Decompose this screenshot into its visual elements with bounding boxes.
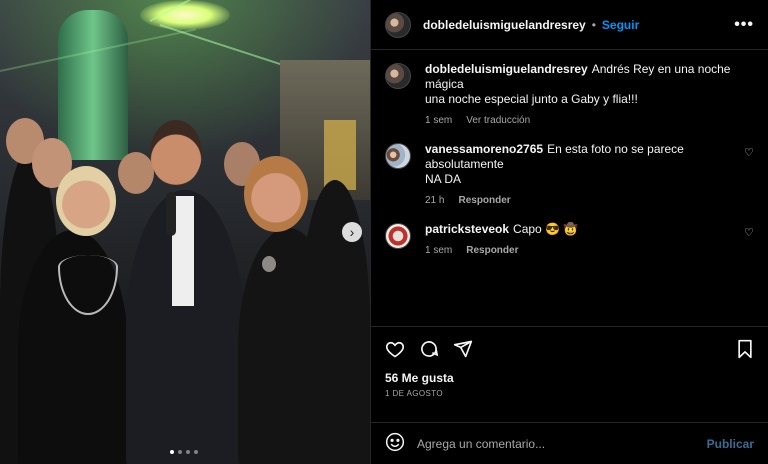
post-date: 1 DE AGOSTO [385, 389, 444, 398]
caption-username[interactable]: dobledeluismiguelandresrey [425, 62, 588, 76]
share-icon[interactable] [453, 339, 473, 362]
emoji-icon[interactable] [385, 432, 405, 455]
post-side-panel: dobledeluismiguelandresrey • Seguir ••• … [370, 0, 768, 464]
carousel-dot [186, 450, 190, 454]
heart-icon[interactable] [385, 339, 405, 362]
comments-list[interactable]: dobledeluismiguelandresrey Andrés Rey en … [371, 50, 768, 326]
comment-like-heart-icon[interactable]: ♡ [744, 228, 754, 239]
comment-like-heart-icon[interactable]: ♡ [744, 148, 754, 159]
follow-button[interactable]: Seguir [602, 18, 639, 32]
carousel-dot [178, 450, 182, 454]
reply-button[interactable]: Responder [458, 195, 510, 206]
reply-button[interactable]: Responder [466, 245, 518, 256]
comment-icon[interactable] [419, 339, 439, 362]
post-header: dobledeluismiguelandresrey • Seguir ••• [371, 0, 768, 50]
caption-time[interactable]: 1 sem [425, 115, 452, 126]
carousel-dot [194, 450, 198, 454]
commenter-avatar[interactable] [385, 223, 411, 249]
carousel-dots [170, 450, 198, 454]
post-actions: 56 Me gusta 1 DE AGOSTO [371, 326, 768, 422]
author-username[interactable]: dobledeluismiguelandresrey [423, 18, 586, 32]
caption-avatar[interactable] [385, 63, 411, 89]
caption: dobledeluismiguelandresrey Andrés Rey en … [385, 62, 754, 126]
likes-count[interactable]: 56 Me gusta [385, 371, 754, 385]
caption-text-line2: una noche especial junto a Gaby y flia!!… [425, 92, 638, 106]
separator-dot: • [591, 17, 596, 32]
comment-item: patrickstevеok Capo 😎 🤠 1 sem Responder ♡ [385, 222, 754, 256]
comment-text: Capo 😎 🤠 [513, 222, 579, 236]
instagram-post-view: › dobledeluismiguelandresrey • Seguir ••… [0, 0, 768, 464]
more-options-icon[interactable]: ••• [734, 16, 754, 34]
author-avatar[interactable] [385, 11, 411, 38]
ceiling-light [140, 0, 230, 30]
commenter-username[interactable]: vanessamoreno2765 [425, 142, 543, 156]
see-translation-link[interactable]: Ver traducción [466, 115, 530, 126]
comment-text-line2: NA DA [425, 172, 462, 186]
carousel-dot [170, 450, 174, 454]
publish-button[interactable]: Publicar [707, 437, 754, 451]
pillar [58, 10, 128, 160]
comment-time[interactable]: 21 h [425, 195, 444, 206]
commenter-username[interactable]: patrickstevеok [425, 222, 509, 236]
next-photo-button[interactable]: › [342, 222, 362, 242]
bookmark-icon[interactable] [736, 339, 754, 362]
post-photo[interactable]: › [0, 0, 370, 464]
comment-input[interactable]: Agrega un comentario... [417, 437, 707, 451]
comment-time[interactable]: 1 sem [425, 245, 452, 256]
chevron-right-icon: › [349, 224, 355, 240]
add-comment-bar: Agrega un comentario... Publicar [371, 422, 768, 464]
comment-item: vanessamoreno2765 En esta foto no se pare… [385, 142, 754, 206]
commenter-avatar[interactable] [385, 143, 411, 169]
